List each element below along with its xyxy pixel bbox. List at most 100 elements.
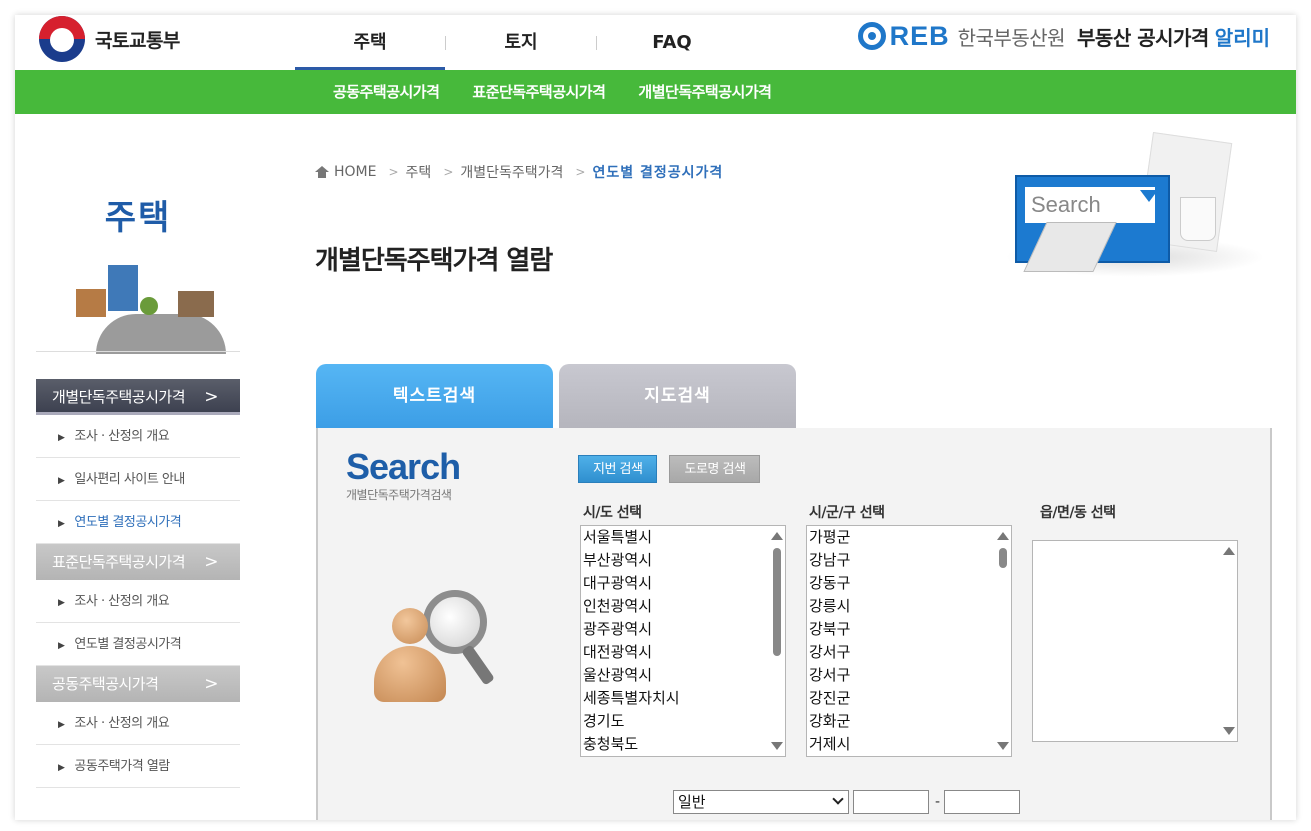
pen-cup-icon xyxy=(1180,197,1216,241)
sidebar-group-apartment[interactable]: 공동주택공시가격 > xyxy=(36,666,240,702)
range-dash: - xyxy=(935,794,941,810)
list-item[interactable]: 강릉시 xyxy=(807,595,1011,618)
left-sidebar: 주택 개별단독주택공시가격 > ▶ 조사 · 산정의 개요 ▶ 일사편리 사이트 안… xyxy=(36,145,240,788)
sidebar-item-label: 공동주택가격 열람 xyxy=(74,759,170,774)
sidebar-item-yearly-price[interactable]: ▶ 연도별 결정공시가격 xyxy=(36,501,240,544)
list-item[interactable]: 강서구 xyxy=(807,641,1011,664)
list-item[interactable]: 부산광역시 xyxy=(581,549,785,572)
magnifier-icon xyxy=(423,590,487,654)
list-item[interactable]: 울산광역시 xyxy=(581,664,785,687)
list-item[interactable]: 강화군 xyxy=(807,710,1011,733)
sidebar-item-overview[interactable]: ▶ 조사 · 산정의 개요 xyxy=(36,702,240,745)
bullet-icon: ▶ xyxy=(58,641,65,651)
lot-number-search-button[interactable]: 지번 검색 xyxy=(578,455,658,483)
sidebar-item-label: 조사 · 산정의 개요 xyxy=(74,429,170,444)
breadcrumb-individual-house[interactable]: 개별단독주택가격 xyxy=(460,162,563,182)
sigungu-label: 시/군/구 선택 xyxy=(809,505,885,521)
panel-search-word: Search xyxy=(346,446,461,487)
breadcrumb: HOME > 주택 > 개별단독주택가격 > 연도별 결정공시가격 xyxy=(315,162,723,182)
scrollbar[interactable] xyxy=(768,526,785,756)
range-end-input[interactable] xyxy=(944,790,1021,814)
sidebar-group-standard[interactable]: 표준단독주택공시가격 > xyxy=(36,544,240,580)
list-item[interactable]: 강북구 xyxy=(807,618,1011,641)
sidebar-group-label: 공동주택공시가격 xyxy=(52,675,159,693)
reb-logo[interactable]: REB 한국부동산원 부동산 공시가격 알리미 xyxy=(857,19,1270,53)
sidebar-item-label: 일사편리 사이트 안내 xyxy=(74,472,185,487)
reb-mark-icon xyxy=(857,22,886,50)
nav-land[interactable]: 토지 xyxy=(446,15,596,70)
sigungu-listbox[interactable]: 가평군 강남구 강동구 강릉시 강북구 강서구 강서구 강진군 강화군 거제시 xyxy=(806,525,1012,757)
bullet-icon: ▶ xyxy=(58,433,65,443)
sidebar-item-ilsa-guide[interactable]: ▶ 일사편리 사이트 안내 xyxy=(36,458,240,501)
list-item[interactable]: 강서구 xyxy=(807,664,1011,687)
sidebar-item-label: 조사 · 산정의 개요 xyxy=(74,716,170,731)
main-nav: 주택 토지 FAQ xyxy=(295,15,747,70)
scroll-down-icon[interactable] xyxy=(1223,727,1235,735)
breadcrumb-home[interactable]: HOME xyxy=(334,164,376,180)
list-item[interactable]: 거제시 xyxy=(807,733,1011,756)
range-start-input[interactable] xyxy=(853,790,929,814)
scrollbar[interactable] xyxy=(994,526,1011,756)
list-item[interactable]: 경기도 xyxy=(581,710,785,733)
sidebar-menu: 개별단독주택공시가격 > ▶ 조사 · 산정의 개요 ▶ 일사편리 사이트 안내 ▶… xyxy=(36,379,240,788)
bullet-icon: ▶ xyxy=(58,720,65,730)
list-item[interactable]: 가평군 xyxy=(807,526,1011,549)
list-item[interactable]: 강동구 xyxy=(807,572,1011,595)
gov-name: 국토교통부 xyxy=(95,29,180,52)
sidebar-group-individual[interactable]: 개별단독주택공시가격 > xyxy=(36,379,240,415)
sido-listbox[interactable]: 서울특별시 부산광역시 대구광역시 인천광역시 광주광역시 대전광역시 울산광역… xyxy=(580,525,786,757)
road-name-search-button[interactable]: 도로명 검색 xyxy=(669,455,761,483)
bullet-icon: ▶ xyxy=(58,476,65,486)
site-header: 국토교통부 주택 토지 FAQ REB 한국부동산원 부동산 공시가격 알리미 xyxy=(15,15,1296,70)
scroll-up-icon[interactable] xyxy=(1223,547,1235,555)
service-accent: 알리미 xyxy=(1214,25,1270,50)
page-frame: 국토교통부 주택 토지 FAQ REB 한국부동산원 부동산 공시가격 알리미 … xyxy=(15,15,1296,820)
list-item[interactable]: 광주광역시 xyxy=(581,618,785,641)
nav-housing[interactable]: 주택 xyxy=(295,15,445,70)
sidebar-item-label: 연도별 결정공시가격 xyxy=(74,637,182,652)
list-item[interactable]: 대구광역시 xyxy=(581,572,785,595)
list-item[interactable]: 충청북도 xyxy=(581,733,785,756)
search-hero-illustration: Search xyxy=(1005,127,1275,307)
sidebar-group-label: 표준단독주택공시가격 xyxy=(52,553,186,571)
sidebar-item-yearly-price[interactable]: ▶ 연도별 결정공시가격 xyxy=(36,623,240,666)
eupmyeondong-listbox[interactable] xyxy=(1032,540,1238,742)
sidebar-item-apartment-view[interactable]: ▶ 공동주택가격 열람 xyxy=(36,745,240,788)
reb-korean-name: 한국부동산원 xyxy=(957,25,1066,50)
list-item[interactable]: 강진군 xyxy=(807,687,1011,710)
bullet-icon: ▶ xyxy=(58,519,65,529)
sidebar-item-overview[interactable]: ▶ 조사 · 산정의 개요 xyxy=(36,415,240,458)
panel-logo: Search 개별단독주택가격검색 xyxy=(346,446,461,503)
tab-text-search[interactable]: 텍스트검색 xyxy=(316,364,553,428)
nav-faq[interactable]: FAQ xyxy=(597,15,747,70)
taegeuk-emblem-icon xyxy=(39,16,85,62)
scrollbar-thumb[interactable] xyxy=(999,548,1007,568)
subnav-individual-house-price[interactable]: 개별단독주택공시가격 xyxy=(638,70,772,114)
scroll-up-icon[interactable] xyxy=(771,532,783,540)
person-magnifier-illustration xyxy=(368,588,508,728)
scrollbar[interactable] xyxy=(1220,541,1237,741)
chevron-down-icon xyxy=(832,793,844,805)
sub-nav-bar: 공동주택공시가격 표준단독주택공시가격 개별단독주택공시가격 xyxy=(15,70,1296,114)
subnav-apartment-price[interactable]: 공동주택공시가격 xyxy=(333,70,440,114)
type-select[interactable]: 일반 xyxy=(673,790,849,814)
scrollbar-thumb[interactable] xyxy=(773,548,781,656)
scroll-up-icon[interactable] xyxy=(997,532,1009,540)
scroll-down-icon[interactable] xyxy=(997,742,1009,750)
scroll-down-icon[interactable] xyxy=(771,742,783,750)
chevron-right-icon: > xyxy=(443,165,454,179)
list-item[interactable]: 강남구 xyxy=(807,549,1011,572)
chevron-right-icon: > xyxy=(204,674,218,694)
subnav-standard-house-price[interactable]: 표준단독주택공시가격 xyxy=(472,70,606,114)
tab-map-search[interactable]: 지도검색 xyxy=(559,364,796,428)
chevron-right-icon: > xyxy=(388,165,399,179)
list-item[interactable]: 세종특별자치시 xyxy=(581,687,785,710)
home-icon[interactable] xyxy=(315,166,329,178)
list-item[interactable]: 인천광역시 xyxy=(581,595,785,618)
list-item[interactable]: 대전광역시 xyxy=(581,641,785,664)
gov-logo[interactable]: 국토교통부 xyxy=(39,15,180,63)
breadcrumb-housing[interactable]: 주택 xyxy=(406,162,432,182)
sidebar-item-overview[interactable]: ▶ 조사 · 산정의 개요 xyxy=(36,580,240,623)
range-filter-row: 일반 - xyxy=(673,790,1021,814)
list-item[interactable]: 서울특별시 xyxy=(581,526,785,549)
